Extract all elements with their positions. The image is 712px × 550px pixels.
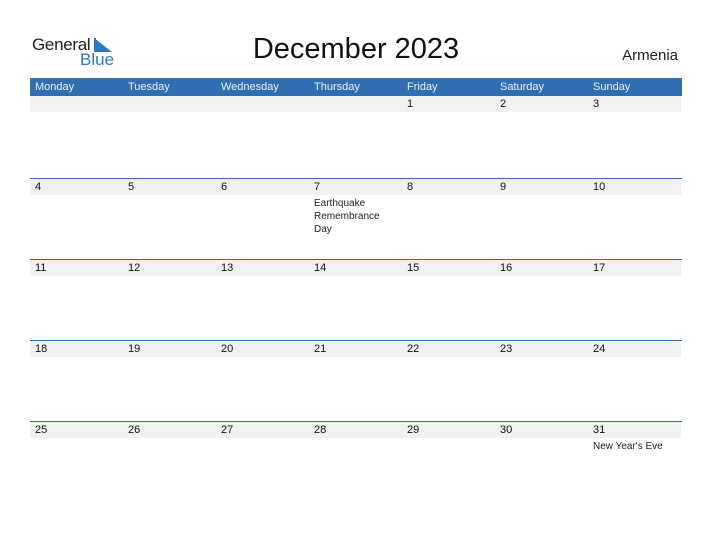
day-cell: 20 [216,341,309,421]
day-cell: 17 [588,260,681,340]
day-cell: 18 [30,341,123,421]
day-cell: 19 [123,341,216,421]
day-cell: 21 [309,341,402,421]
day-number: 22 [402,341,495,357]
weekday-saturday: Saturday [500,81,545,93]
day-number: 27 [216,422,309,438]
calendar-grid: Monday Tuesday Wednesday Thursday Friday… [30,78,682,502]
day-number: 30 [495,422,588,438]
day-number: 28 [309,422,402,438]
weekday-sunday: Sunday [593,81,631,93]
day-number: 4 [30,179,123,195]
holiday-label: New Year's Eve [593,441,663,452]
day-number: 5 [123,179,216,195]
day-number: 31 [588,422,681,438]
day-number [216,96,309,112]
day-cell: 14 [309,260,402,340]
day-number: 9 [495,179,588,195]
day-cell: 26 [123,422,216,502]
weekday-wednesday: Wednesday [221,81,279,93]
day-number: 14 [309,260,402,276]
day-cell: 4 [30,179,123,259]
day-cell [123,96,216,178]
day-number: 18 [30,341,123,357]
day-cell: 12 [123,260,216,340]
day-cell: 22 [402,341,495,421]
day-cell: 9 [495,179,588,259]
day-cell: 16 [495,260,588,340]
country-label: Armenia [622,47,678,64]
day-cell: 3 [588,96,681,178]
week-row: 25 26 27 28 29 30 31 New Year's Eve [30,421,682,502]
day-number: 8 [402,179,495,195]
day-cell [216,96,309,178]
day-cell: 23 [495,341,588,421]
day-number: 20 [216,341,309,357]
day-number: 1 [402,96,495,112]
holiday-label: Earthquake Remembrance Day [314,198,380,235]
day-cell: 2 [495,96,588,178]
day-number: 11 [30,260,123,276]
weekday-header: Monday Tuesday Wednesday Thursday Friday… [30,78,682,96]
day-number [123,96,216,112]
day-cell: 5 [123,179,216,259]
day-number: 17 [588,260,681,276]
day-number: 12 [123,260,216,276]
week-row: 123 [30,96,682,178]
day-number: 21 [309,341,402,357]
weekday-thursday: Thursday [314,81,360,93]
day-cell: 24 [588,341,681,421]
day-cell: 8 [402,179,495,259]
day-cell: 25 [30,422,123,502]
day-number: 26 [123,422,216,438]
day-cell [309,96,402,178]
day-number: 2 [495,96,588,112]
day-cell: 11 [30,260,123,340]
day-cell: 13 [216,260,309,340]
day-cell [30,96,123,178]
week-row: 11 12 13 14 15 16 17 [30,259,682,340]
day-cell: 1 [402,96,495,178]
week-row: 18 19 20 21 22 23 24 [30,340,682,421]
day-number: 24 [588,341,681,357]
weekday-friday: Friday [407,81,438,93]
weekday-monday: Monday [35,81,75,93]
day-cell: 27 [216,422,309,502]
day-cell: 29 [402,422,495,502]
day-number [30,96,123,112]
day-number: 10 [588,179,681,195]
day-number: 3 [588,96,681,112]
day-cell: 6 [216,179,309,259]
weekday-tuesday: Tuesday [128,81,170,93]
day-number: 29 [402,422,495,438]
page-title: December 2023 [252,33,460,65]
day-cell: 30 [495,422,588,502]
day-cell: 10 [588,179,681,259]
day-number: 16 [495,260,588,276]
week-row: 4 5 6 7 Earthquake Remembrance Day 8 9 10 [30,178,682,259]
day-cell: 31 New Year's Eve [588,422,681,502]
day-cell: 15 [402,260,495,340]
day-number: 19 [123,341,216,357]
day-number [309,96,402,112]
day-number: 23 [495,341,588,357]
day-number: 25 [30,422,123,438]
day-cell: 7 Earthquake Remembrance Day [309,179,402,259]
day-number: 6 [216,179,309,195]
day-cell: 28 [309,422,402,502]
day-number: 15 [402,260,495,276]
day-number: 7 [309,179,402,195]
day-number: 13 [216,260,309,276]
